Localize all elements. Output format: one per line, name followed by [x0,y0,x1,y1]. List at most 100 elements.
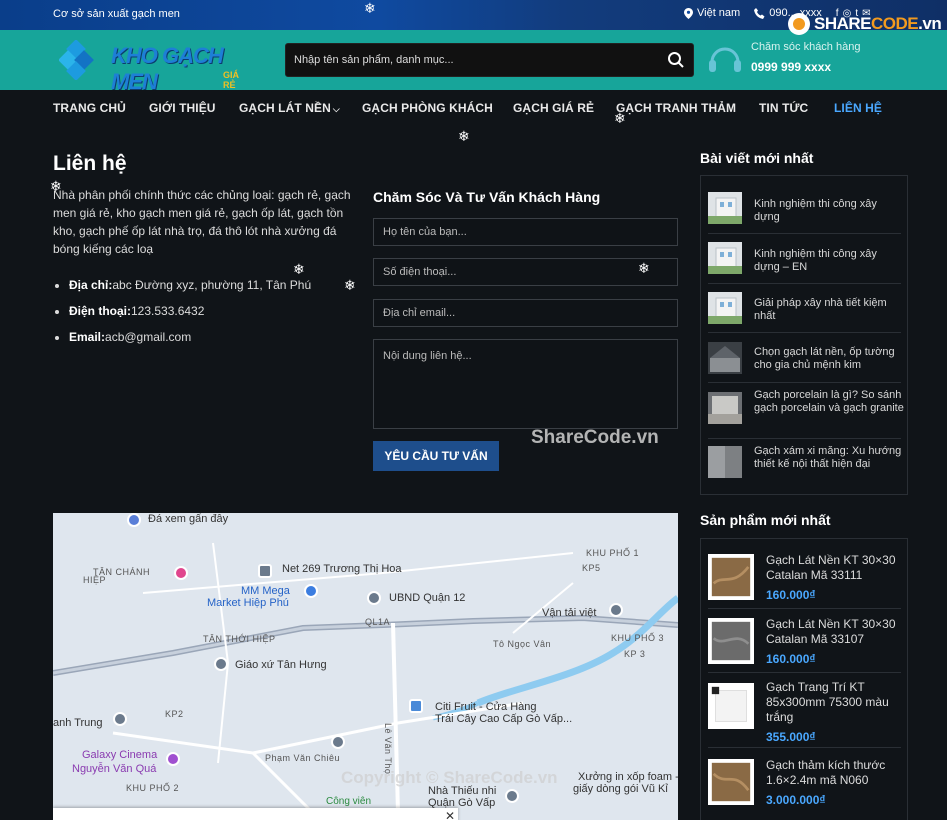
snowflake-icon: ❄ [614,110,626,126]
nav-home[interactable]: TRANG CHỦ [53,101,126,115]
snowflake-icon: ❄ [50,178,62,194]
headset-icon [709,47,741,72]
close-icon[interactable]: ✕ [445,809,455,820]
chevron-down-icon: ⌵ [332,104,340,114]
care-phone[interactable]: 0999 999 xxxx [751,60,831,74]
map-label: TÂN THỚI HIỆP [203,634,276,644]
product-item[interactable]: Gạch Lát Nền KT 30×30 Catalan Mã 33107 1… [708,609,901,673]
search-icon[interactable] [667,51,685,69]
product-item[interactable]: Gạch thảm kích thước 1.6×2.4m mã N060 3.… [708,748,901,818]
post-title: Giải pháp xây nhà tiết kiệm nhất [754,297,887,322]
nav-carpet-tiles[interactable]: GẠCH TRANH THẢM [616,101,736,115]
post-title: Gạch porcelain là gì? So sánh gạch porce… [754,389,904,414]
map-marker-icon[interactable] [609,603,623,617]
post-thumbnail [708,192,742,224]
product-title: Gạch Lát Nền KT 30×30 Catalan Mã 33111 [766,553,896,582]
logo-diamond-icon [59,40,94,80]
header: KHO GẠCH MEN GIÁ RẺ Chăm sóc khách hàng … [0,30,947,94]
map-marker-icon[interactable] [127,513,141,527]
product-thumbnail [708,554,754,600]
map-label: Lê Văn Thọ [383,723,393,775]
location-pin-icon [684,7,693,19]
map-marker-icon[interactable] [505,789,519,803]
nav-living-room[interactable]: GẠCH PHÒNG KHÁCH [362,101,493,115]
map-marker-icon[interactable] [174,566,188,580]
map-label: MM Mega [241,585,290,597]
nav-floor-tiles[interactable]: GẠCH LÁT NỀN ⌵ [239,101,340,115]
search-input[interactable] [286,44,646,76]
map-label: KP 3 [624,649,646,659]
contact-list: Địa chỉ:abc Đường xyz, phường 11, Tân Ph… [53,278,311,356]
map-marker-icon[interactable] [409,699,423,713]
post-title: Kinh nghiệm thi công xây dựng [754,198,877,223]
product-title: Gạch Trang Trí KT 85x300mm 75300 màu trắ… [766,680,889,724]
sharecode-logo-icon [788,13,810,35]
map-label: Giáo xứ Tân Hưng [235,659,327,671]
tagline: Cơ sở sản xuất gạch men [53,8,180,20]
page-title: Liên hệ [53,152,127,175]
copyright-watermark: Copyright © ShareCode.vn [341,768,558,787]
snowflake-icon: ❄ [344,277,356,293]
map-label: KP2 [165,709,184,719]
map-label: KHU PHỐ 1 [586,548,640,558]
map-label: UBND Quận 12 [389,592,466,604]
nav-contact[interactable]: LIÊN HỆ [834,101,882,115]
product-price: 160.000₫ [766,588,816,602]
post-item[interactable]: Kinh nghiệm thi công xây dựng – EN [708,234,901,284]
post-title: Kinh nghiệm thi công xây dựng – EN [754,248,877,273]
email-field[interactable] [373,299,678,327]
product-price: 3.000.000₫ [766,793,826,807]
map-label: Vận tải việt [542,607,597,619]
product-item[interactable]: Gạch Lát Nền KT 30×30 Catalan Mã 33111 1… [708,545,901,609]
phone-field[interactable] [373,258,678,286]
map-marker-icon[interactable] [367,591,381,605]
submit-button[interactable]: YÊU CẦU TƯ VẤN [373,441,499,471]
map-label: KHU PHỐ 3 [611,633,665,643]
nav-about[interactable]: GIỚI THIỆU [149,101,216,115]
post-item[interactable]: Gạch porcelain là gì? So sánh gạch porce… [708,383,904,439]
location[interactable]: Việt nam [684,7,740,19]
message-field[interactable] [373,339,678,429]
post-title: Gạch xám xi măng: Xu hướng thiết kế nội … [754,445,902,470]
map-label: Đá xem gấn đây [148,513,229,525]
post-item[interactable]: Gạch xám xi măng: Xu hướng thiết kế nội … [708,439,901,489]
logo-subtext: GIÁ RẺ [223,70,240,90]
post-thumbnail [708,342,742,374]
product-thumbnail [708,683,754,729]
map-label: KP5 [582,563,601,573]
post-title: Chọn gạch lát nền, ốp tường cho gia chủ … [754,346,895,371]
map-label: Galaxy Cinema [82,749,158,761]
phone-item: Điện thoại:123.533.6432 [53,304,311,330]
intro-text: Nhà phân phối chính thức các chủng loại:… [53,188,351,256]
map-label: Tô Ngọc Vân [493,639,552,649]
care-label: Chăm sóc khách hàng [751,41,861,53]
product-title: Gạch thảm kích thước 1.6×2.4m mã N060 [766,758,886,787]
map-label: Net 269 Trương Thị Hoa [282,563,402,575]
map-label: KHU PHỐ 2 [126,783,180,793]
map-marker-icon[interactable] [304,584,318,598]
product-price: 160.000₫ [766,652,816,666]
nav-news[interactable]: TIN TỨC [759,101,808,115]
map-marker-icon[interactable] [331,735,345,749]
main-nav: TRANG CHỦ GIỚI THIỆU GẠCH LÁT NỀN ⌵ GẠCH … [0,90,947,130]
name-field[interactable] [373,218,678,246]
post-item[interactable]: Giải pháp xây nhà tiết kiệm nhất [708,284,901,333]
map-info-popup: ✕ [53,808,458,820]
map-marker-icon[interactable] [214,657,228,671]
map-marker-icon[interactable] [166,752,180,766]
nav-cheap-tiles[interactable]: GẠCH GIÁ RẺ [513,101,594,115]
map-label: Xưởng in xốp foam - [578,771,678,783]
map-marker-icon[interactable] [113,712,127,726]
product-item[interactable]: Gạch Trang Trí KT 85x300mm 75300 màu trắ… [708,673,901,748]
latest-posts-title: Bài viết mới nhất [700,150,814,166]
sharecode-badge: SHARECODE.vn [788,13,942,35]
post-item[interactable]: Kinh nghiệm thi công xây dựng [708,184,901,234]
map-label: Công viên [326,796,372,807]
post-item[interactable]: Chọn gạch lát nền, ốp tường cho gia chủ … [708,333,901,383]
map-marker-icon[interactable] [258,564,272,578]
product-thumbnail [708,618,754,664]
map-label: Citi Fruit - Cửa Hàng [435,701,537,713]
post-thumbnail [708,446,742,478]
logo[interactable]: KHO GẠCH MEN GIÁ RẺ [53,36,243,94]
post-thumbnail [708,242,742,274]
